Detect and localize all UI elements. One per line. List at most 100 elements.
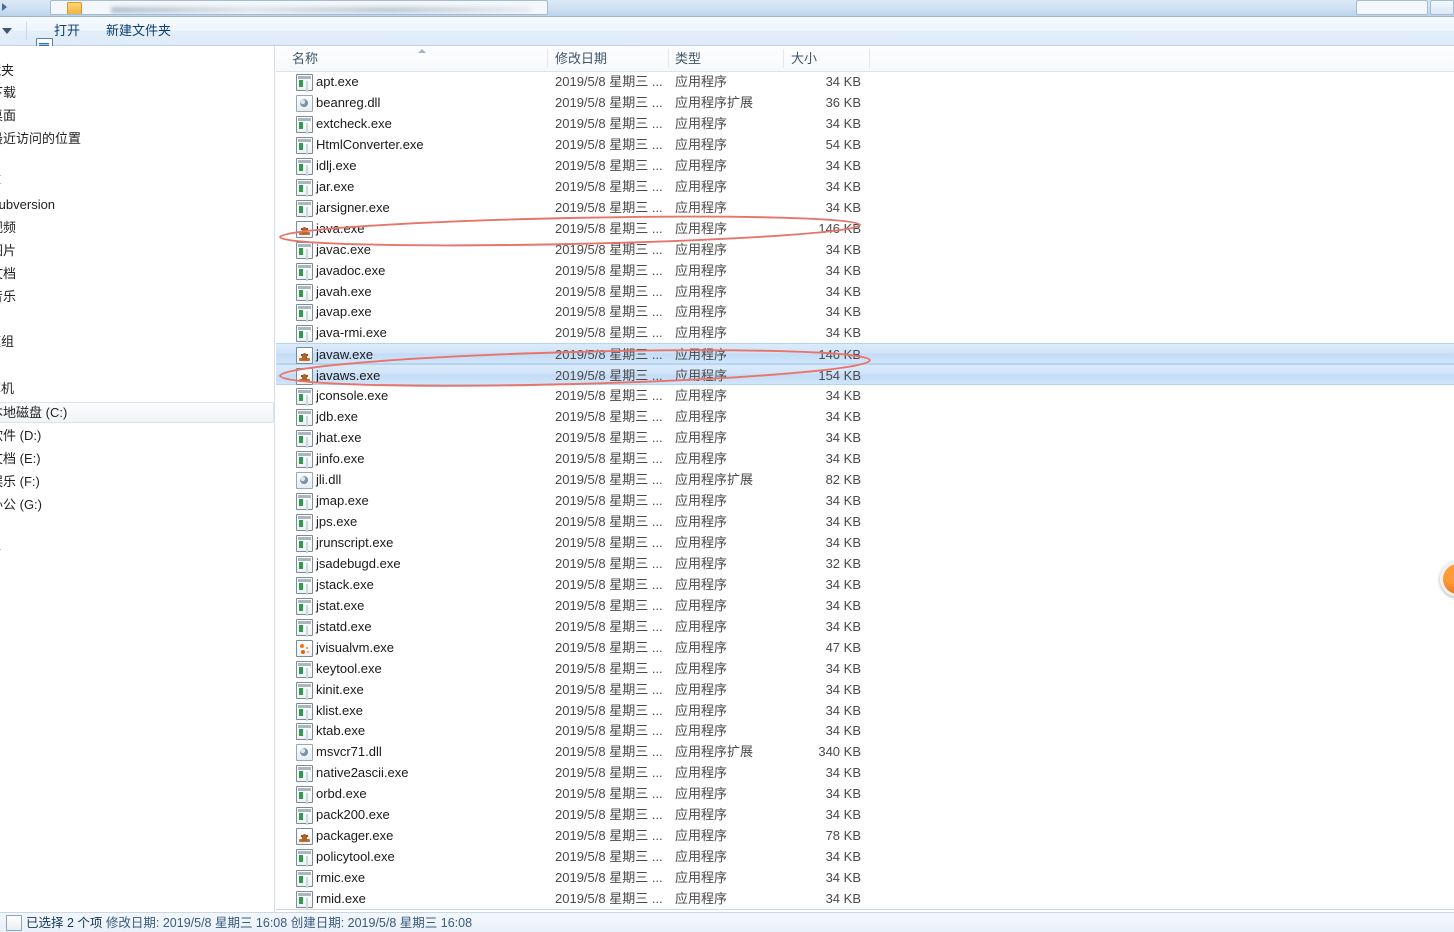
table-row[interactable]: javah.exe 2019/5/8 星期三 ... 应用程序 34 KB	[276, 281, 1454, 302]
table-row[interactable]: native2ascii.exe 2019/5/8 星期三 ... 应用程序 34 K…	[276, 762, 1454, 783]
table-row[interactable]: javac.exe 2019/5/8 星期三 ... 应用程序 34 KB	[276, 239, 1454, 260]
table-row[interactable]: rmid.exe 2019/5/8 星期三 ... 应用程序 34 KB	[276, 888, 1454, 909]
cell-modified-date: 2019/5/8 星期三 ...	[555, 660, 663, 676]
cell-modified-date: 2019/5/8 星期三 ...	[555, 576, 663, 592]
table-row[interactable]: rmic.exe 2019/5/8 星期三 ... 应用程序 34 KB	[276, 867, 1454, 888]
column-header-type[interactable]: 类型	[675, 46, 701, 71]
sidebar-group-藏夹[interactable]: 藏夹	[0, 60, 14, 81]
table-row[interactable]: jar.exe 2019/5/8 星期三 ... 应用程序 34 KB	[276, 176, 1454, 197]
sidebar-item-视频[interactable]: 视频	[0, 217, 16, 238]
exe-icon	[296, 723, 313, 741]
cell-file-type: 应用程序	[675, 870, 728, 886]
table-row[interactable]: jmap.exe 2019/5/8 星期三 ... 应用程序 34 KB	[276, 490, 1454, 511]
sidebar-item-图片[interactable]: 图片	[0, 240, 16, 261]
search-input[interactable]	[1356, 0, 1428, 15]
cell-file-type: 应用程序	[675, 220, 728, 236]
cell-file-type: 应用程序	[675, 157, 728, 173]
sidebar-item-本地磁盘c:[interactable]: 本地磁盘 (C:)	[0, 402, 67, 423]
sidebar-item-娱乐f:[interactable]: 娱乐 (F:)	[0, 471, 40, 492]
sidebar-group-算机[interactable]: 算机	[0, 378, 14, 399]
open-button[interactable]: 打开	[32, 21, 86, 41]
status-modified-label: 修改日期:	[102, 916, 160, 930]
table-row[interactable]: jps.exe 2019/5/8 星期三 ... 应用程序 34 KB	[276, 511, 1454, 532]
organize-caret-icon[interactable]	[2, 28, 12, 34]
table-row[interactable]: javap.exe 2019/5/8 星期三 ... 应用程序 34 KB	[276, 301, 1454, 322]
cell-modified-date: 2019/5/8 星期三 ...	[555, 765, 663, 781]
sidebar-item-subversion[interactable]: Subversion	[0, 194, 55, 215]
folder-icon	[67, 2, 82, 14]
pane-divider[interactable]	[274, 46, 275, 912]
exe-icon	[296, 115, 313, 133]
column-resize-handle[interactable]	[783, 49, 784, 68]
exe-icon	[296, 891, 313, 909]
cell-file-type: 应用程序	[675, 241, 728, 257]
table-row[interactable]: jconsole.exe 2019/5/8 星期三 ... 应用程序 34 KB	[276, 385, 1454, 406]
column-header-date[interactable]: 修改日期	[555, 46, 607, 71]
cell-modified-date: 2019/5/8 星期三 ...	[555, 430, 663, 446]
table-row[interactable]: jsadebugd.exe 2019/5/8 星期三 ... 应用程序 32 KB	[276, 553, 1454, 574]
table-row[interactable]: policytool.exe 2019/5/8 星期三 ... 应用程序 34 KB	[276, 846, 1454, 867]
table-row[interactable]: jli.dll 2019/5/8 星期三 ... 应用程序扩展 82 KB	[276, 469, 1454, 490]
sidebar-item-文档e:[interactable]: 文档 (E:)	[0, 448, 41, 469]
new-folder-button[interactable]: 新建文件夹	[100, 21, 177, 41]
table-row[interactable]: jstack.exe 2019/5/8 星期三 ... 应用程序 34 KB	[276, 574, 1454, 595]
table-row[interactable]: jinfo.exe 2019/5/8 星期三 ... 应用程序 34 KB	[276, 448, 1454, 469]
exe-icon	[296, 849, 313, 867]
cell-file-name: java.exe	[316, 220, 365, 236]
table-row[interactable]: jarsigner.exe 2019/5/8 星期三 ... 应用程序 34 KB	[276, 197, 1454, 218]
window-control-button[interactable]	[1430, 0, 1454, 15]
exe-icon	[296, 241, 313, 259]
sidebar-item-音乐[interactable]: 音乐	[0, 286, 16, 307]
exe-icon	[296, 430, 313, 448]
table-row[interactable]: javaws.exe 2019/5/8 星期三 ... 应用程序 154 KB	[276, 364, 1454, 386]
sidebar-item-办公g:[interactable]: 办公 (G:)	[0, 494, 42, 515]
table-row[interactable]: extcheck.exe 2019/5/8 星期三 ... 应用程序 34 KB	[276, 113, 1454, 134]
sidebar-group-库[interactable]: 库	[0, 170, 1, 191]
table-row[interactable]: HtmlConverter.exe 2019/5/8 星期三 ... 应用程序 54 …	[276, 134, 1454, 155]
address-bar-input[interactable]	[50, 0, 548, 15]
table-row[interactable]: keytool.exe 2019/5/8 星期三 ... 应用程序 34 KB	[276, 658, 1454, 679]
table-row[interactable]: klist.exe 2019/5/8 星期三 ... 应用程序 34 KB	[276, 700, 1454, 721]
table-row[interactable]: java.exe 2019/5/8 星期三 ... 应用程序 146 KB	[276, 218, 1454, 239]
table-row[interactable]: idlj.exe 2019/5/8 星期三 ... 应用程序 34 KB	[276, 155, 1454, 176]
column-header-name[interactable]: 名称	[292, 46, 318, 71]
exe-icon	[296, 136, 313, 154]
table-row[interactable]: jvisualvm.exe 2019/5/8 星期三 ... 应用程序 47 KB	[276, 637, 1454, 658]
sidebar-item-最近访问的位置[interactable]: 最近访问的位置	[0, 128, 81, 149]
table-row[interactable]: jrunscript.exe 2019/5/8 星期三 ... 应用程序 34 KB	[276, 532, 1454, 553]
table-row[interactable]: jstat.exe 2019/5/8 星期三 ... 应用程序 34 KB	[276, 595, 1454, 616]
back-caret-icon[interactable]	[2, 3, 7, 11]
cell-modified-date: 2019/5/8 星期三 ...	[555, 702, 663, 718]
sidebar-item-桌面[interactable]: 桌面	[0, 105, 16, 126]
sidebar-item-软件d:[interactable]: 软件 (D:)	[0, 425, 41, 446]
table-row[interactable]: packager.exe 2019/5/8 星期三 ... 应用程序 78 KB	[276, 825, 1454, 846]
table-row[interactable]: msvcr71.dll 2019/5/8 星期三 ... 应用程序扩展 340 KB	[276, 741, 1454, 762]
java-icon	[296, 347, 313, 365]
table-row[interactable]: jstatd.exe 2019/5/8 星期三 ... 应用程序 34 KB	[276, 616, 1454, 637]
table-row[interactable]: jhat.exe 2019/5/8 星期三 ... 应用程序 34 KB	[276, 427, 1454, 448]
table-row[interactable]: beanreg.dll 2019/5/8 星期三 ... 应用程序扩展 36 KB	[276, 92, 1454, 113]
table-row[interactable]: ktab.exe 2019/5/8 星期三 ... 应用程序 34 KB	[276, 720, 1454, 741]
table-row[interactable]: apt.exe 2019/5/8 星期三 ... 应用程序 34 KB	[276, 71, 1454, 92]
sidebar-group-络[interactable]: 络	[0, 539, 1, 560]
table-row[interactable]: pack200.exe 2019/5/8 星期三 ... 应用程序 34 KB	[276, 804, 1454, 825]
sidebar-group-庭组[interactable]: 庭组	[0, 331, 14, 352]
table-row[interactable]: jdb.exe 2019/5/8 星期三 ... 应用程序 34 KB	[276, 406, 1454, 427]
column-resize-handle[interactable]	[547, 49, 548, 68]
column-resize-handle[interactable]	[668, 49, 669, 68]
table-row[interactable]: javaw.exe 2019/5/8 星期三 ... 应用程序 146 KB	[276, 343, 1454, 365]
cell-file-size: 34 KB	[825, 304, 861, 320]
exe-icon	[296, 157, 313, 175]
cell-file-name: javac.exe	[316, 241, 371, 257]
table-row[interactable]: kinit.exe 2019/5/8 星期三 ... 应用程序 34 KB	[276, 679, 1454, 700]
table-row[interactable]: java-rmi.exe 2019/5/8 星期三 ... 应用程序 34 KB	[276, 322, 1454, 343]
table-row[interactable]: javadoc.exe 2019/5/8 星期三 ... 应用程序 34 KB	[276, 260, 1454, 281]
cell-modified-date: 2019/5/8 星期三 ...	[555, 681, 663, 697]
column-header-size[interactable]: 大小	[791, 46, 817, 71]
cell-file-size: 34 KB	[825, 74, 861, 89]
sidebar-item-文档[interactable]: 文档	[0, 263, 16, 284]
column-resize-handle[interactable]	[869, 49, 870, 68]
table-row[interactable]: orbd.exe 2019/5/8 星期三 ... 应用程序 34 KB	[276, 783, 1454, 804]
cell-file-name: java-rmi.exe	[316, 325, 387, 341]
sidebar-item-下载[interactable]: 下载	[0, 82, 16, 103]
